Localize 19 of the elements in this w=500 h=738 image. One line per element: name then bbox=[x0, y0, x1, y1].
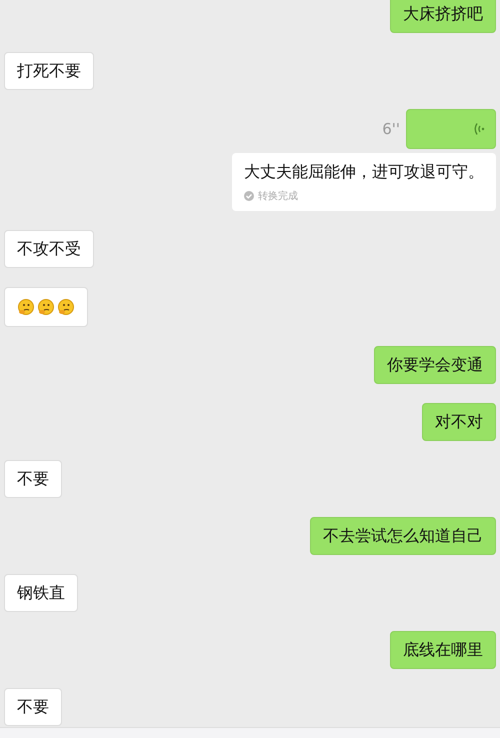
message-bubble: 打死不要 bbox=[4, 52, 94, 90]
voice-message-bubble[interactable] bbox=[406, 109, 496, 149]
message-bubble: 大床挤挤吧 bbox=[390, 0, 496, 33]
voice-duration: 6'' bbox=[382, 120, 400, 138]
sound-wave-icon bbox=[473, 122, 485, 136]
message-bubble: 不攻不受 bbox=[4, 230, 94, 268]
message-bubble: 你要学会变通 bbox=[374, 346, 496, 384]
message-bubble: 不要 bbox=[4, 688, 62, 726]
thinking-emoji-icon bbox=[57, 298, 75, 316]
message-bubble: 对不对 bbox=[422, 403, 496, 441]
message-bubble: 底线在哪里 bbox=[390, 631, 496, 669]
check-circle-icon bbox=[244, 191, 254, 201]
transcript-status: 转换完成 bbox=[258, 190, 298, 203]
thinking-emoji-icon bbox=[37, 298, 55, 316]
message-bubble: 不去尝试怎么知道自己 bbox=[310, 517, 496, 555]
thinking-emoji-icon bbox=[17, 298, 35, 316]
message-bubble: 不要 bbox=[4, 460, 62, 498]
transcript-text: 大丈夫能屈能伸，进可攻退可守。 bbox=[244, 162, 484, 183]
message-bubble: 钢铁直 bbox=[4, 574, 78, 612]
